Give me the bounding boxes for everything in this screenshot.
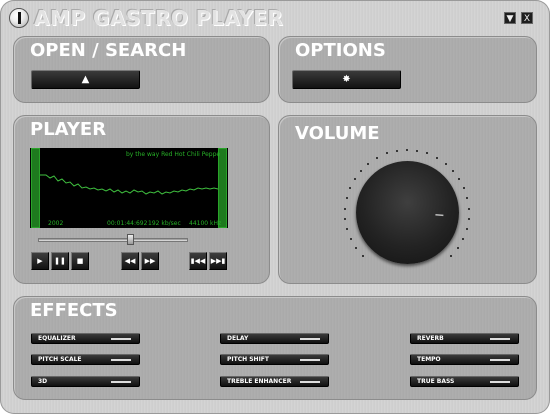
tempo-label: TEMPO bbox=[417, 356, 441, 363]
volume-tick bbox=[344, 207, 347, 210]
pitch-shift-button[interactable]: PITCH SHIFT bbox=[220, 354, 329, 365]
volume-tick bbox=[350, 237, 353, 240]
volume-tick bbox=[348, 187, 351, 190]
volume-title: VOLUME bbox=[295, 123, 380, 144]
previous-track-button[interactable]: ▮◀◀ bbox=[189, 252, 207, 270]
open-search-title: OPEN / SEARCH bbox=[30, 40, 187, 61]
volume-tick bbox=[463, 187, 466, 190]
play-icon: ▶ bbox=[37, 257, 43, 265]
open-button[interactable]: ▲ bbox=[31, 70, 140, 89]
volume-tick bbox=[376, 156, 378, 159]
seek-bar[interactable] bbox=[38, 238, 188, 242]
rewind-button[interactable]: ◀◀ bbox=[121, 252, 139, 270]
reverb-label: REVERB bbox=[417, 335, 444, 342]
pitch-shift-label: PITCH SHIFT bbox=[227, 356, 270, 363]
track-bitrate: 192 kb/sec bbox=[148, 220, 181, 227]
volume-panel: VOLUME bbox=[278, 115, 537, 284]
play-button[interactable]: ▶ bbox=[31, 252, 49, 270]
volume-tick bbox=[465, 228, 468, 231]
fast-forward-icon: ▶▶ bbox=[144, 257, 156, 265]
treble-enhancer-label: TREBLE ENHANCER bbox=[227, 378, 292, 385]
open-search-panel: OPEN / SEARCH ▲ bbox=[13, 36, 270, 103]
effects-title: EFFECTS bbox=[30, 300, 118, 321]
volume-tick bbox=[426, 152, 429, 155]
options-panel: OPTIONS ✸ bbox=[278, 36, 537, 103]
delay-button[interactable]: DELAY bbox=[220, 333, 329, 344]
volume-tick bbox=[435, 156, 438, 159]
volume-tick bbox=[344, 217, 347, 220]
options-button[interactable]: ✸ bbox=[292, 70, 401, 89]
seek-thumb[interactable] bbox=[126, 234, 134, 245]
pitch-scale-label: PITCH SCALE bbox=[38, 356, 82, 363]
equalizer-label: EQUALIZER bbox=[38, 335, 76, 342]
volume-tick bbox=[467, 207, 470, 210]
player-window: AMP GASTRO PLAYER ▼ X OPEN / SEARCH ▲ OP… bbox=[0, 0, 550, 414]
pause-button[interactable]: ❚❚ bbox=[51, 252, 69, 270]
forward-button[interactable]: ▶▶ bbox=[141, 252, 159, 270]
track-title: by the way Red Hot Chili Peppe bbox=[126, 151, 221, 158]
stop-icon: ■ bbox=[76, 257, 84, 265]
knob-pointer bbox=[435, 213, 444, 217]
tempo-button[interactable]: TEMPO bbox=[410, 354, 519, 365]
equalizer-indicator bbox=[111, 338, 131, 340]
left-level-meter bbox=[31, 148, 40, 228]
player-title: PLAYER bbox=[30, 119, 107, 140]
pitch-scale-indicator bbox=[111, 359, 131, 361]
volume-tick bbox=[346, 228, 349, 231]
volume-tick bbox=[395, 149, 398, 152]
previous-icon: ▮◀◀ bbox=[190, 257, 206, 265]
treble-enhancer-button[interactable]: TREBLE ENHANCER bbox=[220, 376, 329, 387]
track-samplerate: 44100 kHz bbox=[189, 220, 222, 227]
rewind-icon: ◀◀ bbox=[124, 257, 136, 265]
equalizer-button[interactable]: EQUALIZER bbox=[31, 333, 140, 344]
app-logo-icon bbox=[9, 8, 29, 28]
next-track-button[interactable]: ▶▶▮ bbox=[209, 252, 227, 270]
reverb-indicator bbox=[490, 338, 510, 340]
reverb-button[interactable]: REVERB bbox=[410, 333, 519, 344]
pause-icon: ❚❚ bbox=[54, 257, 66, 265]
true-bass-button[interactable]: TRUE BASS bbox=[410, 376, 519, 387]
volume-tick bbox=[406, 149, 408, 151]
volume-tick bbox=[466, 197, 469, 200]
pitch-scale-button[interactable]: PITCH SCALE bbox=[31, 354, 140, 365]
options-title: OPTIONS bbox=[295, 40, 386, 61]
minimize-button[interactable]: ▼ bbox=[504, 12, 516, 24]
3d-button[interactable]: 3D bbox=[31, 376, 140, 387]
delay-indicator bbox=[300, 338, 320, 340]
true-bass-label: TRUE BASS bbox=[417, 378, 455, 385]
volume-tick bbox=[416, 149, 419, 152]
window-title: AMP GASTRO PLAYER bbox=[34, 6, 284, 30]
volume-tick bbox=[345, 197, 348, 200]
track-time: 00:01:44:692 bbox=[107, 220, 148, 227]
3d-label: 3D bbox=[38, 378, 48, 385]
delay-label: DELAY bbox=[227, 335, 249, 342]
gear-icon: ✸ bbox=[342, 74, 351, 85]
true-bass-indicator bbox=[490, 381, 510, 383]
waveform bbox=[40, 174, 218, 195]
player-panel: PLAYER by the way Red Hot Chili Peppe 20… bbox=[13, 115, 270, 284]
volume-tick bbox=[385, 152, 388, 155]
next-icon: ▶▶▮ bbox=[210, 257, 226, 265]
stop-button[interactable]: ■ bbox=[71, 252, 89, 270]
effects-panel: EFFECTS EQUALIZER PITCH SCALE 3D DELAY P… bbox=[13, 296, 537, 400]
tempo-indicator bbox=[490, 359, 510, 361]
visualizer-display: by the way Red Hot Chili Peppe 2002 00:0… bbox=[30, 148, 228, 228]
volume-knob[interactable] bbox=[356, 161, 459, 264]
eject-icon: ▲ bbox=[81, 74, 90, 85]
pitch-shift-indicator bbox=[300, 359, 320, 361]
3d-indicator bbox=[111, 381, 131, 383]
treble-enhancer-indicator bbox=[300, 381, 320, 383]
close-button[interactable]: X bbox=[521, 12, 533, 24]
right-level-meter bbox=[218, 148, 227, 228]
track-year: 2002 bbox=[48, 220, 64, 227]
volume-tick bbox=[467, 217, 470, 220]
volume-tick bbox=[461, 237, 464, 240]
